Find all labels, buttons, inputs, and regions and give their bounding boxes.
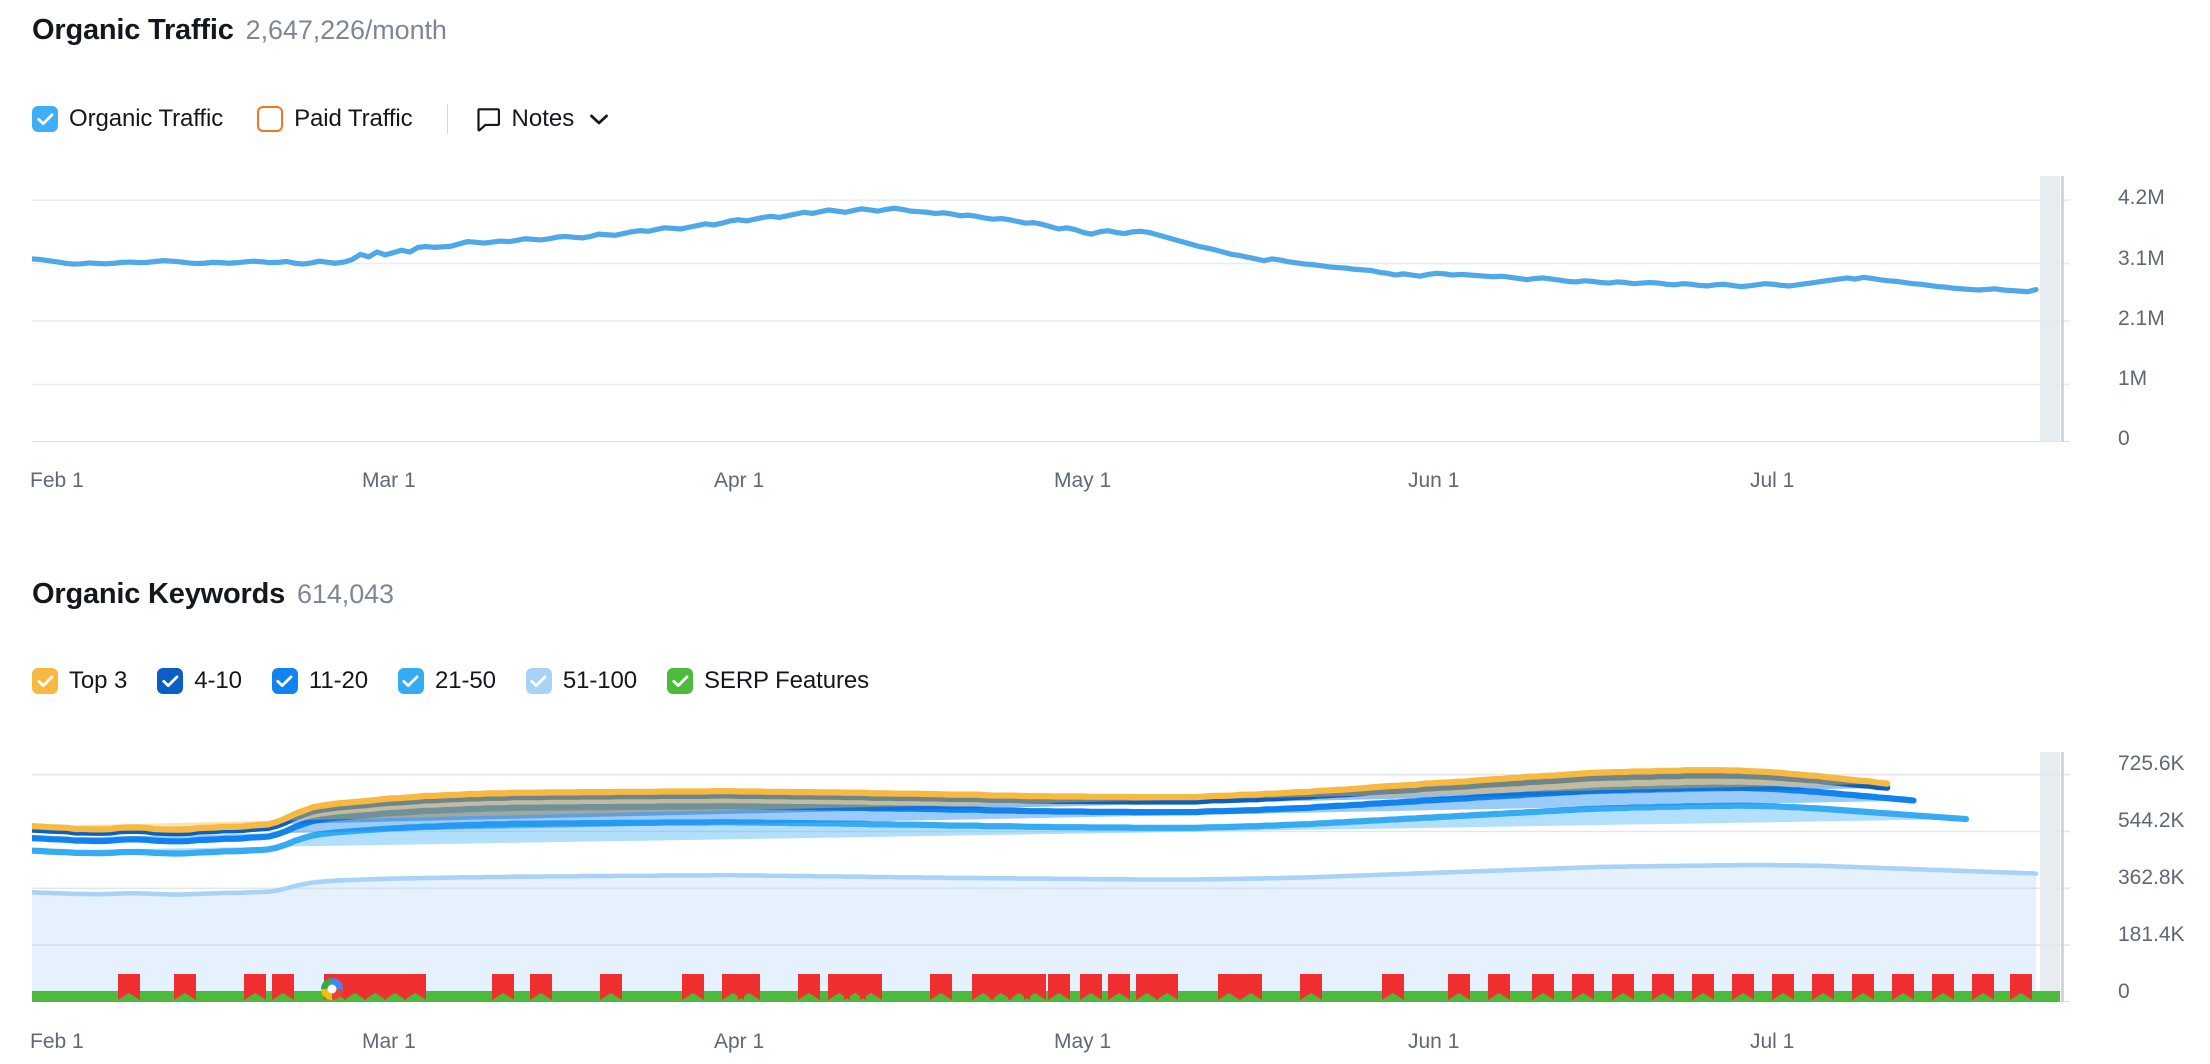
x-tick-label: Mar 1: [362, 469, 416, 492]
speech-bubble-icon: [476, 107, 501, 132]
y-tick-label: 0: [2118, 980, 2130, 1003]
notes-label: Notes: [511, 105, 575, 132]
checkbox-51-100-icon[interactable]: [525, 668, 552, 694]
organic-keywords-legend: Top 3 4-10 11-20 21-50 51-100 SERP Featu…: [32, 667, 903, 695]
legend-item-organic-traffic[interactable]: Organic Traffic: [32, 105, 223, 133]
organic-keywords-y-axis: 725.6K 544.2K 362.8K 181.4K 0: [2118, 752, 2210, 1003]
legend-item-serp-features[interactable]: SERP Features: [667, 667, 869, 695]
page-title: Organic Traffic: [32, 14, 234, 46]
y-tick-label: 544.2K: [2118, 809, 2185, 832]
organic-keywords-chart: [32, 752, 2074, 1002]
organic-keywords-x-axis: Feb 1 Mar 1 Apr 1 May 1 Jun 1 Jul 1: [30, 1030, 2074, 1060]
legend-label-51-100: 51-100: [562, 667, 637, 694]
checkbox-21-50-icon[interactable]: [397, 668, 424, 694]
legend-item-21-50[interactable]: 21-50: [397, 667, 496, 695]
x-tick-label: May 1: [1054, 1030, 1112, 1053]
organic-traffic-x-axis: Feb 1 Mar 1 Apr 1 May 1 Jun 1 Jul 1: [30, 469, 2074, 499]
x-tick-label: Jun 1: [1408, 1030, 1460, 1053]
legend-item-51-100[interactable]: 51-100: [525, 667, 637, 695]
checkbox-serp-features-icon[interactable]: [667, 668, 693, 694]
legend-label-organic-traffic: Organic Traffic: [69, 105, 224, 132]
google-update-icon[interactable]: [321, 978, 343, 1000]
checkbox-top-3-icon[interactable]: [32, 668, 58, 694]
y-tick-label: 2.1M: [2118, 307, 2165, 330]
notes-dropdown-button[interactable]: Notes: [476, 105, 610, 133]
y-tick-label: 1M: [2118, 367, 2148, 390]
y-tick-label: 4.2M: [2118, 186, 2165, 209]
y-tick-label: 181.4K: [2118, 923, 2185, 946]
checkbox-11-20-icon[interactable]: [271, 668, 298, 694]
organic-traffic-header: Organic Traffic 2,647,226/month: [32, 14, 447, 47]
x-tick-label: Feb 1: [30, 469, 84, 492]
legend-label-11-20: 11-20: [308, 667, 368, 694]
x-tick-label: Apr 1: [714, 1030, 765, 1053]
checkbox-organic-traffic-icon[interactable]: [32, 106, 58, 132]
chevron-down-icon[interactable]: [589, 113, 609, 126]
y-tick-label: 362.8K: [2118, 866, 2185, 889]
x-tick-label: Jul 1: [1750, 469, 1795, 492]
organic-traffic-value: 2,647,226/month: [245, 15, 447, 45]
legend-item-paid-traffic[interactable]: Paid Traffic: [257, 105, 413, 133]
organic-traffic-chart: [32, 176, 2074, 442]
organic-keywords-plot-area[interactable]: [32, 752, 2074, 1002]
organic-keywords-header: Organic Keywords 614,043: [32, 578, 394, 611]
x-tick-label: May 1: [1054, 469, 1112, 492]
legend-item-11-20[interactable]: 11-20: [271, 667, 368, 695]
checkbox-4-10-icon[interactable]: [157, 668, 184, 694]
x-tick-label: Jul 1: [1750, 1030, 1795, 1053]
x-tick-label: Mar 1: [362, 1030, 416, 1053]
analytics-overview-page: Organic Traffic 2,647,226/month Organic …: [0, 0, 2210, 1064]
y-tick-label: 3.1M: [2118, 247, 2165, 270]
legend-divider: [446, 104, 448, 134]
x-tick-label: Jun 1: [1408, 469, 1460, 492]
organic-keywords-title: Organic Keywords: [32, 578, 286, 610]
x-tick-label: Apr 1: [714, 469, 765, 492]
legend-label-4-10: 4-10: [194, 667, 242, 694]
x-tick-label: Feb 1: [30, 1030, 84, 1053]
organic-traffic-plot-area[interactable]: [32, 176, 2074, 442]
legend-item-top-3[interactable]: Top 3: [32, 667, 127, 695]
legend-label-top-3: Top 3: [69, 667, 128, 694]
organic-traffic-legend: Organic Traffic Paid Traffic Notes: [32, 104, 609, 134]
y-tick-label: 0: [2118, 427, 2130, 450]
organic-traffic-y-axis: 4.2M 3.1M 2.1M 1M 0: [2118, 176, 2210, 450]
checkbox-paid-traffic-icon[interactable]: [257, 106, 284, 132]
legend-label-21-50: 21-50: [434, 667, 496, 694]
legend-label-paid-traffic: Paid Traffic: [294, 105, 413, 132]
legend-label-serp-features: SERP Features: [704, 667, 870, 694]
organic-keywords-value: 614,043: [297, 579, 394, 609]
y-tick-label: 725.6K: [2118, 752, 2185, 775]
legend-item-4-10[interactable]: 4-10: [157, 667, 242, 695]
